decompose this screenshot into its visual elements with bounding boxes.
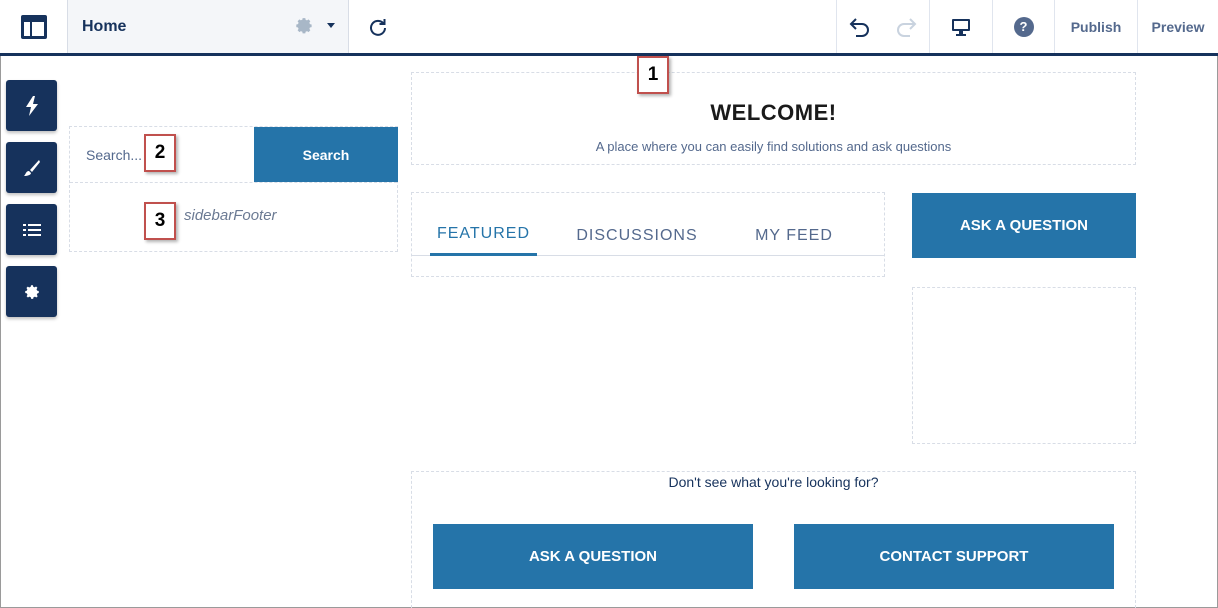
feed-tabs-component: FEATURED DISCUSSIONS MY FEED xyxy=(411,192,885,277)
gear-icon xyxy=(24,284,39,299)
list-icon xyxy=(22,223,41,236)
cta-ask-question-button[interactable]: ASK A QUESTION xyxy=(433,524,753,589)
publish-button[interactable]: Publish xyxy=(1055,0,1138,53)
rail-components-button[interactable] xyxy=(6,80,57,131)
tab-bar: FEATURED DISCUSSIONS MY FEED xyxy=(412,215,884,256)
callout-1: 1 xyxy=(637,56,669,94)
callout-3: 3 xyxy=(144,202,176,240)
redo-icon[interactable] xyxy=(895,17,919,37)
chevron-down-icon[interactable] xyxy=(327,23,335,28)
refresh-button[interactable] xyxy=(349,0,407,53)
preview-button[interactable]: Preview xyxy=(1138,0,1218,53)
layout-icon xyxy=(20,14,47,39)
undo-icon[interactable] xyxy=(847,17,871,37)
cta-text: Don't see what you're looking for? xyxy=(668,474,879,490)
search-button[interactable]: Search xyxy=(254,127,398,182)
welcome-component[interactable]: WELCOME! A place where you can easily fi… xyxy=(411,72,1136,165)
page-title: Home xyxy=(82,17,127,35)
tab-discussions[interactable]: DISCUSSIONS xyxy=(576,215,697,256)
refresh-icon xyxy=(370,18,386,36)
sidebar-footer-label: sidebarFooter xyxy=(184,207,277,224)
builder-toolbar: Home ? Publish Preview xyxy=(0,0,1218,56)
gear-icon[interactable] xyxy=(292,15,314,37)
device-preview-button[interactable] xyxy=(930,0,993,53)
brush-icon xyxy=(23,159,40,176)
app-menu-button[interactable] xyxy=(0,0,68,53)
help-icon: ? xyxy=(1013,16,1034,37)
rail-pages-button[interactable] xyxy=(6,204,57,255)
welcome-subtitle: A place where you can easily find soluti… xyxy=(595,139,952,154)
help-button[interactable]: ? xyxy=(993,0,1055,53)
welcome-title: WELCOME! xyxy=(710,100,837,125)
divider xyxy=(70,182,397,183)
contact-cta-component: Don't see what you're looking for? ASK A… xyxy=(411,471,1136,608)
ask-question-button[interactable]: ASK A QUESTION xyxy=(912,193,1136,258)
page-selector[interactable]: Home xyxy=(68,0,349,53)
empty-component-region xyxy=(912,287,1136,444)
lightning-icon xyxy=(25,95,38,116)
undo-redo-group xyxy=(836,0,930,53)
sidebar-search-component: Search... Search sidebarFooter xyxy=(69,126,398,252)
desktop-icon xyxy=(952,18,970,36)
tab-featured[interactable]: FEATURED xyxy=(430,215,537,256)
tab-my-feed[interactable]: MY FEED xyxy=(750,215,838,256)
callout-2: 2 xyxy=(144,134,176,172)
rail-theme-button[interactable] xyxy=(6,142,57,193)
contact-support-button[interactable]: CONTACT SUPPORT xyxy=(794,524,1114,589)
rail-settings-button[interactable] xyxy=(6,266,57,317)
